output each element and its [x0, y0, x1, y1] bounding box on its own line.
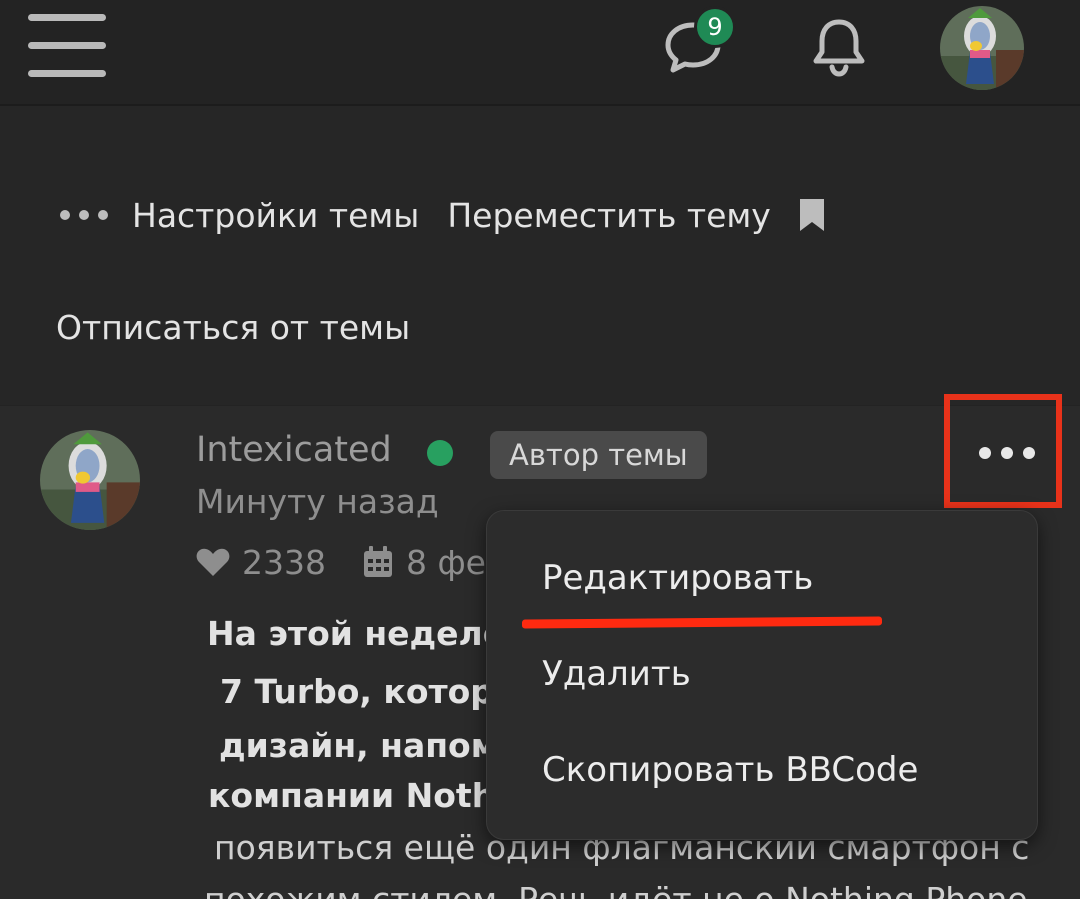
post-line: 7 Turbo, которы: [220, 672, 524, 711]
post-time[interactable]: Минуту назад: [196, 482, 439, 521]
post-author-avatar[interactable]: [40, 430, 140, 530]
thread-settings-link[interactable]: Настройки темы: [132, 196, 419, 235]
edit-menu-item[interactable]: Редактировать: [542, 558, 813, 598]
post-line: похожим стилем. Речь идёт не о Nothing P…: [204, 880, 1028, 899]
post-line: На этой неделе: [207, 614, 506, 653]
post-stats: 2338 8 фе: [196, 540, 486, 584]
user-avatar[interactable]: [940, 6, 1024, 90]
chat-badge: 9: [694, 6, 736, 48]
heart-icon: [196, 548, 230, 576]
post-date: 8 фе: [405, 542, 486, 582]
move-thread-link[interactable]: Переместить тему: [447, 196, 771, 235]
top-bar: 9: [0, 0, 1080, 106]
post-line: компании Noth: [208, 776, 496, 815]
bell-icon[interactable]: [810, 16, 868, 78]
more-dots-icon: [979, 447, 1035, 459]
author-badge: Автор темы: [490, 431, 707, 479]
delete-menu-item[interactable]: Удалить: [542, 654, 691, 694]
menu-icon[interactable]: [28, 14, 106, 78]
copy-bbcode-menu-item[interactable]: Скопировать BBCode: [542, 750, 918, 790]
calendar-icon: [363, 546, 392, 577]
post-username[interactable]: Intexicated: [196, 430, 392, 470]
unsubscribe-link[interactable]: Отписаться от темы: [56, 308, 410, 347]
online-status-indicator: [427, 440, 453, 466]
post-line: дизайн, напом: [219, 726, 498, 765]
thread-actions: Настройки темы Переместить тему: [60, 190, 827, 240]
post-more-button[interactable]: [944, 394, 1062, 508]
more-dots-icon[interactable]: [60, 210, 108, 220]
bookmark-icon[interactable]: [797, 197, 827, 233]
likes-count: 2338: [242, 542, 326, 582]
